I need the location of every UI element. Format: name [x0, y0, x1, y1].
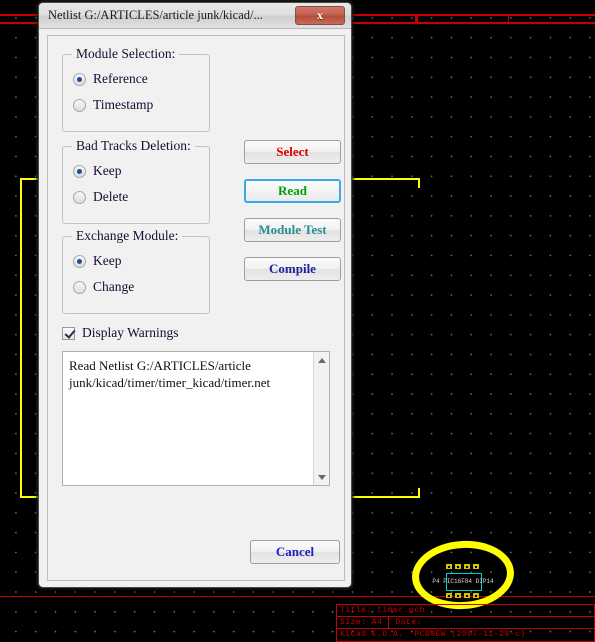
radio-label-bad-tracks-delete: Delete	[93, 189, 129, 204]
cancel-button[interactable]: Cancel	[250, 540, 340, 564]
radio-icon-bad-tracks-keep[interactable]	[73, 164, 86, 178]
title-block-tool-label: KiCad E.D.A.	[340, 630, 404, 639]
scroll-up-icon[interactable]	[314, 352, 330, 368]
title-block-size-label: Size: A4	[340, 616, 390, 629]
radio-icon-exchange-change[interactable]	[73, 280, 86, 294]
radio-icon-exchange-keep[interactable]	[73, 254, 86, 268]
radio-label-exchange-keep: Keep	[93, 253, 122, 268]
radio-label-reference: Reference	[93, 71, 148, 86]
group-bad-tracks-deletion: Bad Tracks Deletion: Keep Delete	[62, 138, 210, 224]
radio-label-timestamp: Timestamp	[93, 97, 154, 112]
radio-label-exchange-change: Change	[93, 279, 135, 294]
dialog-body: Module Selection: Reference Timestamp Ba…	[47, 35, 345, 581]
sheet-frame-tick	[415, 16, 418, 23]
output-log-area[interactable]: Read Netlist G:/ARTICLES/article junk/ki…	[62, 351, 330, 486]
radio-icon-timestamp[interactable]	[73, 98, 86, 112]
radio-bad-tracks-delete[interactable]: Delete	[73, 189, 128, 205]
radio-reference[interactable]: Reference	[73, 71, 148, 87]
select-button[interactable]: Select	[244, 140, 341, 164]
pcb-title-block: Title: timer.pcb Size: A4 Date: KiCad E.…	[336, 604, 595, 642]
board-outline-edge-bottom	[418, 488, 420, 498]
group-module-selection: Module Selection: Reference Timestamp	[62, 46, 210, 132]
sheet-frame-line-bottom	[0, 596, 595, 597]
group-module-selection-title: Module Selection:	[72, 46, 180, 62]
radio-timestamp[interactable]: Timestamp	[73, 97, 153, 113]
dialog-title: Netlist G:/ARTICLES/article junk/kicad/.…	[48, 8, 263, 22]
board-outline-edge-top	[418, 178, 420, 188]
checkbox-icon-display-warnings[interactable]	[62, 326, 75, 340]
title-block-row-size: Size: A4 Date:	[337, 616, 594, 629]
radio-icon-reference[interactable]	[73, 72, 86, 86]
compile-button[interactable]: Compile	[244, 257, 341, 281]
radio-bad-tracks-keep[interactable]: Keep	[73, 163, 121, 179]
title-block-date-label: Date:	[395, 617, 422, 627]
radio-exchange-keep[interactable]: Keep	[73, 253, 121, 269]
title-block-row-title: Title: timer.pcb	[337, 605, 594, 617]
sheet-frame-tick-2	[508, 16, 509, 24]
group-exchange-module: Exchange Module: Keep Change	[62, 228, 210, 314]
read-button[interactable]: Read	[244, 179, 341, 203]
checkbox-label-display-warnings: Display Warnings	[82, 325, 179, 340]
group-bad-tracks-title: Bad Tracks Deletion:	[72, 138, 195, 154]
output-log-text: Read Netlist G:/ARTICLES/article junk/ki…	[69, 358, 271, 390]
radio-exchange-change[interactable]: Change	[73, 279, 134, 295]
dialog-titlebar[interactable]: Netlist G:/ARTICLES/article junk/kicad/.…	[39, 3, 351, 29]
title-block-title-value: timer.pcb	[377, 605, 425, 615]
title-block-row-tool: KiCad E.D.A. PCBNEW (2007-11-29-c)	[337, 629, 594, 641]
checkbox-display-warnings[interactable]: Display Warnings	[62, 325, 179, 341]
title-block-tool-value: PCBNEW (2007-11-29-c)	[414, 630, 526, 639]
close-icon[interactable]: x	[295, 6, 345, 25]
module-test-button[interactable]: Module Test	[244, 218, 341, 242]
netlist-dialog: Netlist G:/ARTICLES/article junk/kicad/.…	[38, 2, 352, 588]
output-scrollbar[interactable]	[313, 352, 329, 485]
group-exchange-module-title: Exchange Module:	[72, 228, 183, 244]
title-block-title-label: Title:	[340, 605, 372, 615]
radio-icon-bad-tracks-delete[interactable]	[73, 190, 86, 204]
scroll-down-icon[interactable]	[314, 469, 330, 485]
radio-label-bad-tracks-keep: Keep	[93, 163, 122, 178]
